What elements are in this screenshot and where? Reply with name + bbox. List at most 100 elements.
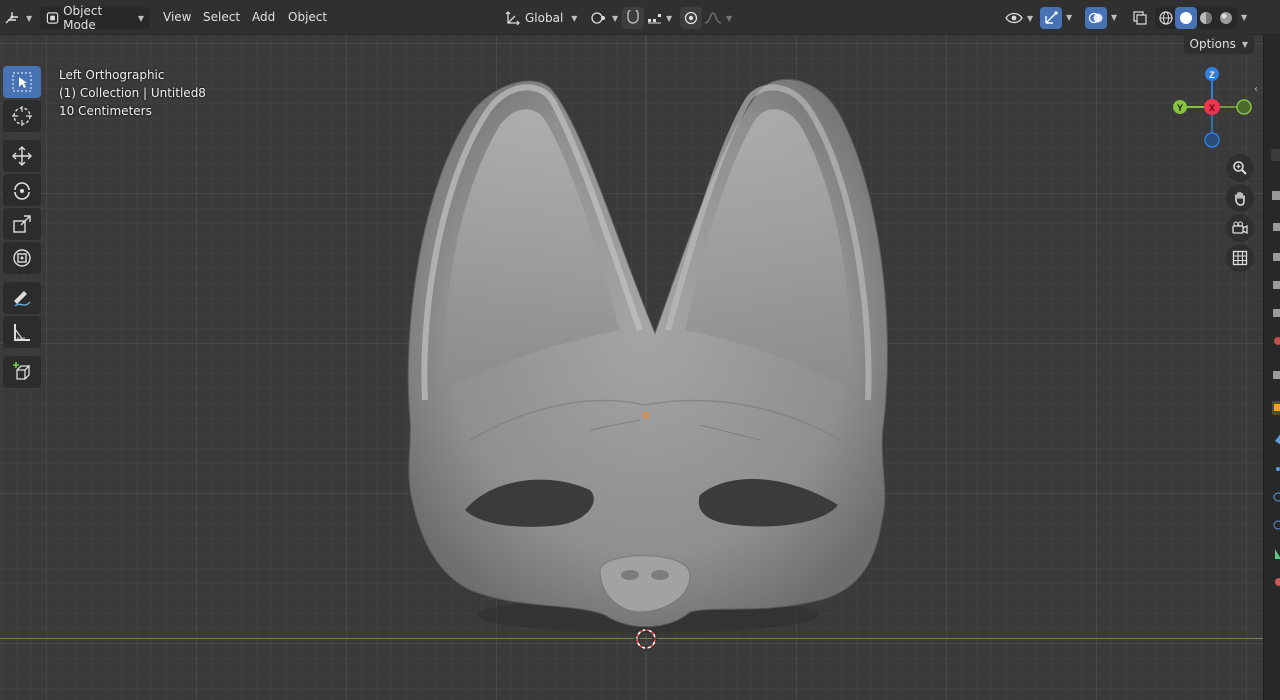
material-tab-icon (1275, 578, 1280, 586)
annotate-pencil-icon (14, 291, 31, 307)
proportional-editing-toggle[interactable] (680, 7, 702, 29)
gizmo-z-label: Z (1209, 70, 1215, 80)
options-dropdown[interactable]: Options ▼ (1183, 34, 1254, 54)
annotate-tool[interactable] (3, 282, 41, 314)
data-tab-icon (1275, 549, 1280, 559)
chevron-down-icon: ▼ (1027, 13, 1034, 23)
chevron-down-icon: ▼ (26, 13, 33, 23)
grid-icon (1232, 250, 1248, 266)
menu-add[interactable]: Add (252, 10, 275, 24)
transform-tool[interactable] (3, 242, 41, 274)
zoom-button[interactable] (1226, 154, 1254, 182)
solid-sphere-icon (1180, 12, 1192, 24)
snap-target-dropdown[interactable]: ▼ (646, 7, 672, 29)
viewport-info: Left Orthographic (1) Collection | Untit… (59, 66, 206, 120)
menu-view[interactable]: View (163, 10, 191, 24)
visibility-dropdown[interactable]: ▼ (1005, 7, 1033, 29)
menu-object[interactable]: Object (288, 10, 327, 24)
cursor-tool[interactable] (3, 100, 41, 132)
3d-viewport[interactable] (0, 35, 1263, 700)
orientation-icon (505, 11, 520, 26)
material-sphere-icon (1200, 12, 1212, 24)
collection-tab-icon (1273, 371, 1280, 379)
pivot-icon (591, 12, 605, 24)
xray-toggle[interactable] (1129, 7, 1151, 29)
select-box-tool[interactable] (3, 66, 41, 98)
magnet-icon (627, 10, 639, 24)
chevron-down-icon: ▼ (1241, 39, 1248, 49)
chevron-down-icon: ▼ (666, 13, 673, 23)
add-cube-icon (13, 362, 31, 380)
particles-tab-icon (1276, 467, 1280, 471)
select-box-icon (12, 72, 32, 92)
output-tab-icon (1273, 223, 1280, 231)
hand-icon (1235, 191, 1245, 206)
collection-label: (1) Collection | Untitled8 (59, 86, 206, 100)
grid-scale-label: 10 Centimeters (59, 104, 152, 118)
overlays-icon (1088, 12, 1103, 24)
shading-wireframe[interactable] (1155, 7, 1177, 29)
world-sphere-icon (1274, 337, 1280, 345)
gizmo-toggle[interactable] (1040, 7, 1062, 29)
falloff-dropdown[interactable]: ▼ (704, 7, 732, 29)
mode-label: Object Mode (63, 4, 103, 32)
scale-icon (13, 215, 31, 233)
transform-icon (13, 249, 31, 267)
chevron-down-icon: ▼ (726, 13, 733, 23)
transform-orientation-dropdown[interactable]: Global ▼ (505, 7, 581, 29)
camera-view-button[interactable] (1226, 214, 1254, 242)
world-tab-icon (1273, 309, 1280, 317)
camera-icon (1232, 221, 1248, 235)
chevron-down-icon: ▼ (137, 13, 144, 23)
move-icon (12, 146, 32, 166)
gizmo-x-label: X (1209, 103, 1215, 113)
3d-cursor-icon[interactable] (633, 626, 659, 652)
properties-tab-icons (1271, 149, 1280, 586)
shading-material[interactable] (1195, 7, 1217, 29)
scale-tool[interactable] (3, 208, 41, 240)
options-label: Options (1189, 37, 1236, 51)
menu-select[interactable]: Select (203, 10, 240, 24)
editor-type-button[interactable]: ▼ (4, 7, 32, 29)
view-name: Left Orthographic (59, 68, 165, 82)
pivot-point-dropdown[interactable]: ▼ (590, 7, 618, 29)
navigation-gizmo[interactable]: Z Y X (1168, 64, 1258, 154)
snap-toggle[interactable] (622, 7, 644, 29)
render-tab-icon (1272, 191, 1280, 200)
fox-mask-model[interactable] (0, 35, 1263, 700)
chevron-down-icon: ▼ (571, 13, 578, 23)
constraints-tab-icon (1273, 520, 1280, 530)
orientation-label: Global (525, 11, 564, 25)
scene-tab-icon (1273, 281, 1280, 289)
cursor-icon (12, 106, 32, 126)
overlays-toggle[interactable] (1085, 7, 1107, 29)
move-tool[interactable] (3, 140, 41, 172)
gizmo-icon (1045, 11, 1058, 24)
chevron-down-icon[interactable]: ▼ (1111, 13, 1117, 22)
eye-icon (1005, 12, 1023, 24)
rotate-tool[interactable] (3, 174, 41, 206)
xray-icon (1133, 11, 1147, 25)
chevron-down-icon: ▼ (612, 13, 619, 23)
zoom-icon (1233, 161, 1247, 175)
add-cube-tool[interactable] (3, 356, 41, 388)
pan-button[interactable] (1226, 184, 1254, 212)
measure-tool[interactable] (3, 316, 41, 348)
rotate-icon (14, 182, 30, 200)
projection-toggle-button[interactable] (1226, 244, 1254, 272)
wireframe-sphere-icon (1159, 11, 1173, 25)
chevron-down-icon[interactable]: ▼ (1066, 13, 1072, 22)
shading-solid[interactable] (1175, 7, 1197, 29)
measure-ruler-icon (14, 324, 30, 341)
gizmo-y-label: Y (1177, 103, 1183, 113)
falloff-curve-icon (704, 12, 722, 24)
view-layer-tab-icon (1273, 253, 1280, 261)
modifier-tab-icon (1275, 434, 1280, 445)
snap-increment-icon (648, 14, 661, 24)
mode-dropdown[interactable]: Object Mode ▼ (40, 4, 150, 32)
object-mode-icon (46, 12, 59, 24)
shading-rendered[interactable] (1215, 7, 1237, 29)
properties-tab-strip (1263, 35, 1280, 700)
physics-tab-icon (1273, 492, 1280, 502)
chevron-down-icon[interactable]: ▼ (1241, 13, 1247, 22)
